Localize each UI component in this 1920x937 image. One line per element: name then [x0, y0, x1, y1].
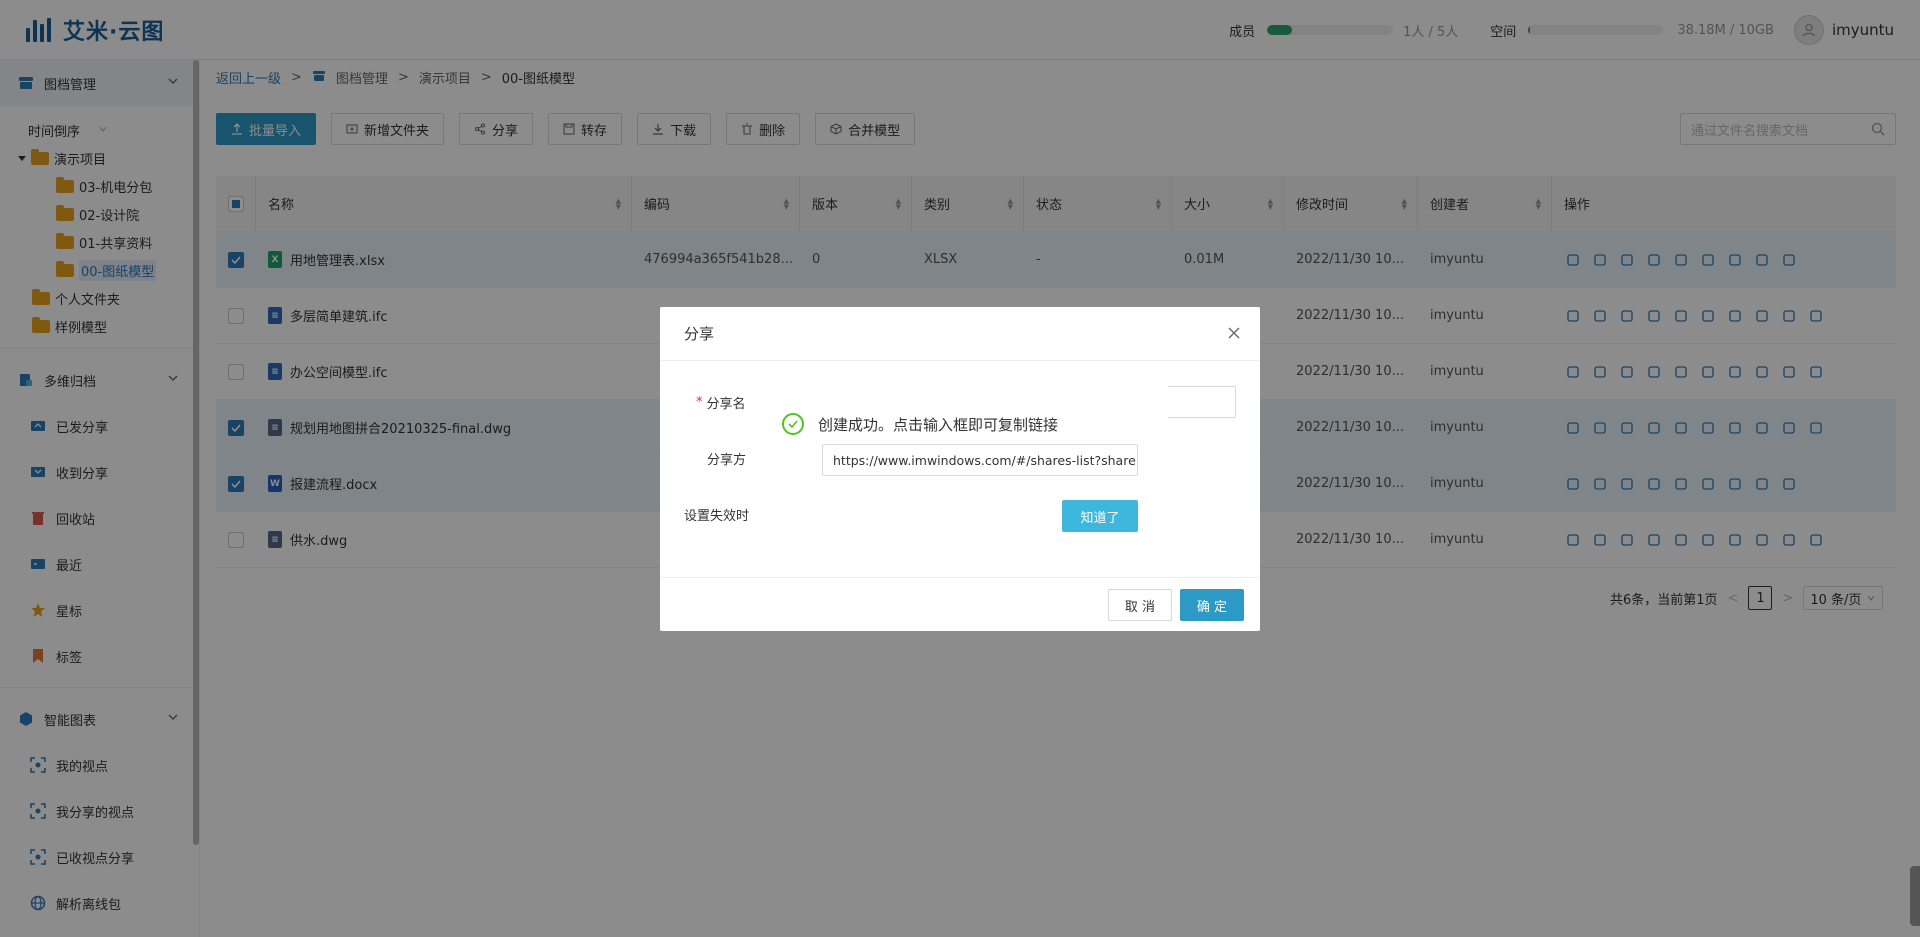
check-circle-icon [782, 413, 804, 435]
floating-widget[interactable] [1910, 866, 1920, 926]
cancel-button[interactable]: 取 消 [1108, 589, 1172, 621]
expire-label: 设置失效时 [684, 509, 750, 524]
share-dialog-header: 分享 [660, 307, 1260, 361]
share-mode-label: 分享方 [707, 453, 747, 468]
success-message-row: 创建成功。点击输入框即可复制链接 [782, 413, 1058, 435]
share-dialog-title: 分享 [684, 325, 715, 343]
close-icon[interactable] [1224, 323, 1244, 343]
share-name-label: * 分享名 [696, 395, 746, 412]
success-dialog: 创建成功。点击输入框即可复制链接 https://www.imwindows.c… [752, 381, 1168, 555]
success-message: 创建成功。点击输入框即可复制链接 [818, 415, 1059, 434]
confirm-button[interactable]: 确 定 [1180, 589, 1244, 621]
share-name-input[interactable] [1160, 386, 1236, 418]
share-dialog-footer: 取 消 确 定 [660, 577, 1260, 631]
got-it-button[interactable]: 知道了 [1062, 500, 1138, 532]
share-link-input[interactable]: https://www.imwindows.com/#/shares-list?… [822, 444, 1138, 476]
